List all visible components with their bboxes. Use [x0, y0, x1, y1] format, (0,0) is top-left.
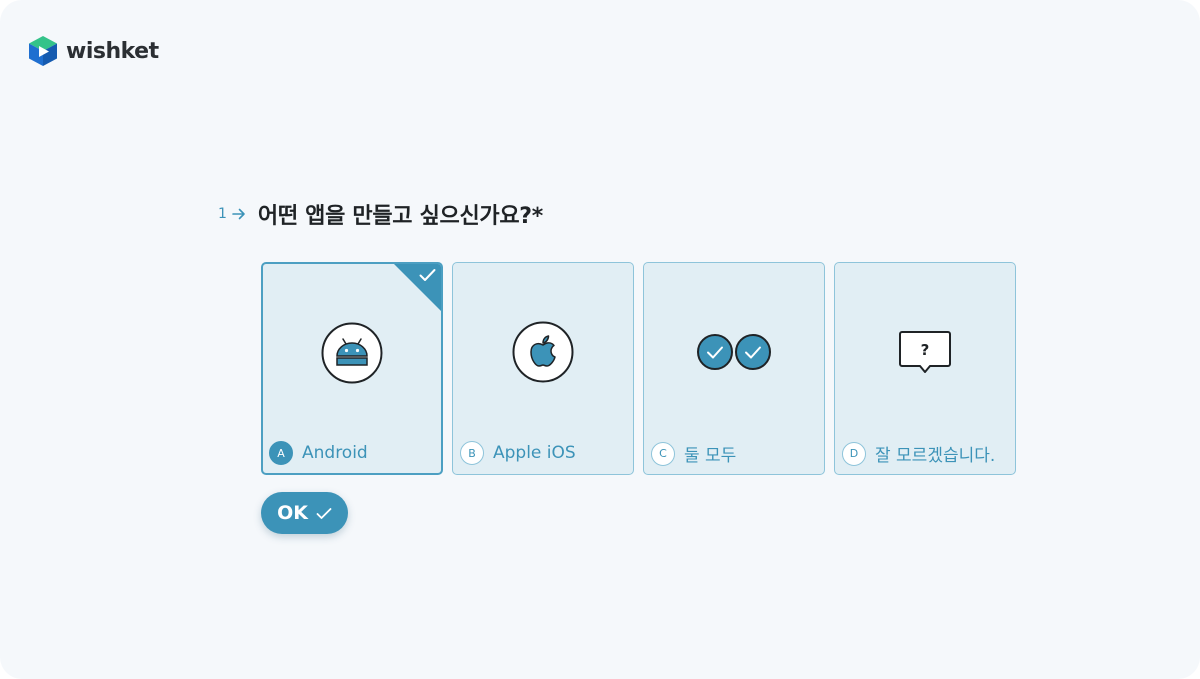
question-number: 1	[218, 206, 227, 222]
brand-name: wishket	[66, 38, 159, 64]
choice-footer: D 잘 모르겠습니다.	[842, 441, 995, 466]
double-check-icon	[697, 334, 771, 370]
choice-footer: C 둘 모두	[651, 441, 736, 466]
choice-key-badge: C	[651, 441, 675, 466]
check-icon	[316, 507, 332, 519]
choice-key-badge: A	[269, 441, 293, 465]
android-icon	[321, 322, 383, 384]
choice-not-sure[interactable]: ? D 잘 모르겠습니다.	[834, 262, 1016, 475]
ok-button[interactable]: OK	[261, 492, 348, 534]
choice-footer: B Apple iOS	[460, 441, 576, 465]
question-title: 어떤 앱을 만들고 싶으신가요?*	[257, 204, 543, 229]
arrow-right-icon	[232, 208, 245, 220]
choice-apple-ios[interactable]: B Apple iOS	[452, 262, 634, 475]
ok-button-label: OK	[277, 502, 308, 524]
choice-key-badge: D	[842, 441, 866, 466]
apple-icon	[512, 321, 574, 383]
choice-both[interactable]: C 둘 모두	[643, 262, 825, 475]
survey-page: wishket 1 어떤 앱을 만들고 싶으신가요?* A Android B …	[0, 0, 1200, 679]
choice-android[interactable]: A Android	[261, 262, 443, 475]
checkmark-icon	[419, 269, 436, 281]
svg-text:?: ?	[921, 341, 930, 359]
choice-footer: A Android	[269, 441, 368, 465]
choice-label: 잘 모르겠습니다.	[875, 446, 996, 466]
choice-label: Android	[302, 443, 368, 463]
choice-label: 둘 모두	[684, 446, 737, 466]
choice-label: Apple iOS	[493, 443, 576, 463]
brand-logo[interactable]: wishket	[28, 35, 159, 67]
question-bubble-icon: ?	[899, 331, 951, 373]
wishket-cube-logo-icon	[29, 36, 57, 66]
choice-list: A Android B Apple iOS C 둘 모두 ? D 잘 모르겠습니…	[261, 262, 1016, 475]
choice-key-badge: B	[460, 441, 484, 465]
question-heading: 1 어떤 앱을 만들고 싶으신가요?*	[218, 198, 543, 230]
